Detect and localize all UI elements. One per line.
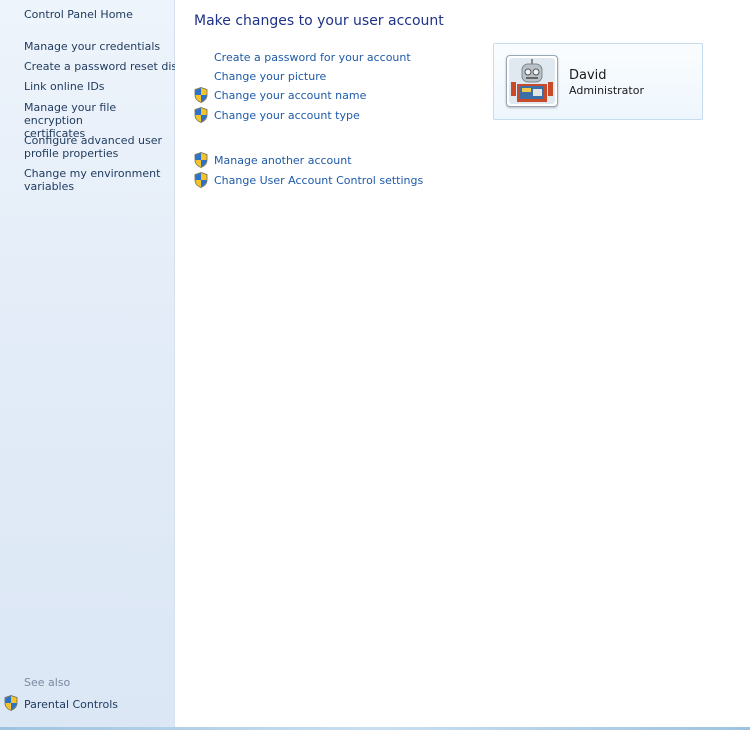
- control-panel-home-link[interactable]: Control Panel Home: [24, 8, 133, 21]
- task-uac-settings[interactable]: Change User Account Control settings: [194, 172, 423, 188]
- uac-shield-icon: [194, 87, 208, 103]
- task-label: Change your picture: [214, 69, 327, 83]
- see-also-heading: See also: [24, 676, 71, 689]
- sidebar-link-advanced-profile[interactable]: Configure advanced user profile properti…: [24, 134, 162, 160]
- task-label: Create a password for your account: [214, 50, 411, 64]
- uac-shield-icon: [194, 172, 208, 188]
- parental-controls-label: Parental Controls: [24, 698, 118, 711]
- sidebar-link-password-reset-disk[interactable]: Create a password reset disk: [24, 60, 184, 73]
- task-spacer: [194, 68, 208, 84]
- uac-shield-icon: [194, 107, 208, 123]
- task-manage-another-account[interactable]: Manage another account: [194, 152, 352, 168]
- uac-shield-icon: [194, 152, 208, 168]
- task-spacer: [194, 49, 208, 65]
- parental-controls-link[interactable]: Parental Controls: [4, 695, 118, 714]
- task-create-password[interactable]: Create a password for your account: [194, 49, 411, 65]
- uac-shield-icon: [4, 695, 18, 714]
- task-change-account-type[interactable]: Change your account type: [194, 107, 360, 123]
- task-label: Change User Account Control settings: [214, 173, 424, 187]
- task-label: Manage another account: [214, 153, 352, 167]
- task-change-picture[interactable]: Change your picture: [194, 68, 326, 84]
- sidebar-link-online-ids[interactable]: Link online IDs: [24, 80, 105, 93]
- task-label: Change your account name: [214, 88, 367, 102]
- user-account-tile: David Administrator: [493, 43, 703, 120]
- sidebar-link-manage-credentials[interactable]: Manage your credentials: [24, 40, 160, 53]
- page-title: Make changes to your user account: [194, 13, 444, 29]
- account-role: Administrator: [569, 84, 644, 97]
- robot-avatar-icon[interactable]: [506, 55, 558, 107]
- sidebar-link-environment-variables[interactable]: Change my environment variables: [24, 167, 160, 193]
- task-label: Change your account type: [214, 108, 360, 122]
- main-content: Make changes to your user account Create…: [175, 0, 750, 728]
- sidebar: Control Panel Home Manage your credentia…: [0, 0, 184, 728]
- task-change-account-name[interactable]: Change your account name: [194, 87, 366, 103]
- account-name: David: [569, 68, 607, 83]
